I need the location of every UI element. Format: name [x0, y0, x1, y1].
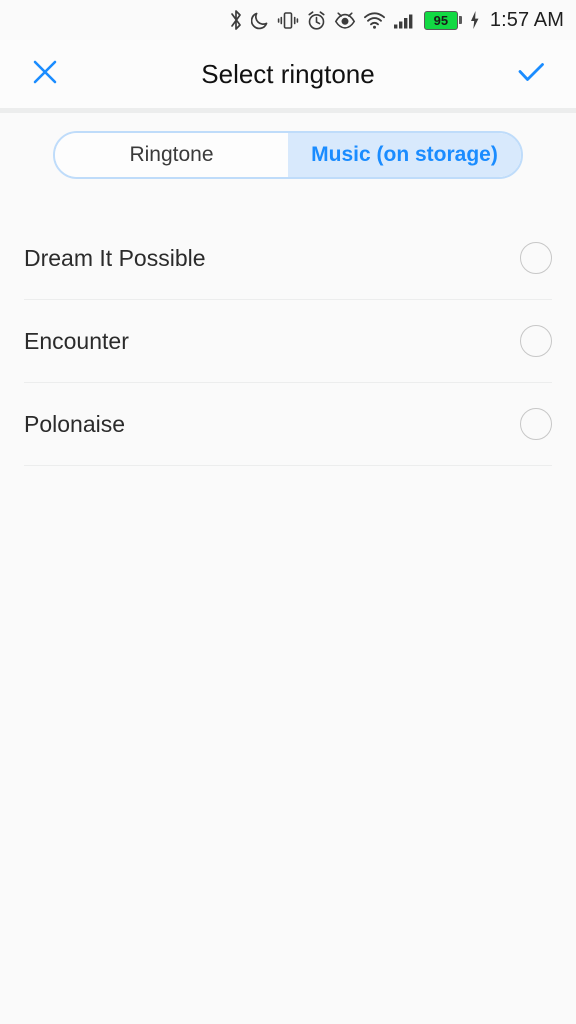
- close-icon: [28, 55, 62, 94]
- tab-ringtone[interactable]: Ringtone: [55, 133, 288, 177]
- app-bar-inner: Select ringtone: [0, 40, 576, 108]
- tab-music-on-storage[interactable]: Music (on storage): [288, 133, 521, 177]
- status-bar: 95 1:57 AM: [0, 0, 576, 40]
- tab-bar: Ringtone Music (on storage): [0, 113, 576, 179]
- signal-icon: [393, 10, 417, 30]
- bluetooth-icon: [228, 9, 244, 31]
- page-title: Select ringtone: [201, 58, 375, 89]
- tab-music-on-storage-label: Music (on storage): [311, 143, 498, 166]
- do-not-disturb-icon: [250, 10, 270, 31]
- battery-level: 95: [433, 12, 449, 28]
- battery-icon: 95: [423, 10, 462, 30]
- list-item[interactable]: Polonaise: [24, 383, 552, 466]
- tab-ringtone-label: Ringtone: [129, 143, 214, 166]
- charging-bolt-icon: [469, 10, 480, 30]
- radio-button[interactable]: [520, 408, 552, 440]
- status-bar-clock: 1:57 AM: [489, 8, 564, 31]
- list-item-label: Dream It Possible: [24, 244, 206, 271]
- ringtone-list: Dream It Possible Encounter Polonaise: [0, 217, 576, 466]
- confirm-button[interactable]: [508, 51, 554, 97]
- battery-nub: [458, 16, 462, 24]
- list-item-label: Polonaise: [24, 410, 126, 437]
- radio-button[interactable]: [520, 242, 552, 274]
- battery-shell: 95: [423, 10, 458, 30]
- app-bar: Select ringtone: [0, 40, 576, 113]
- list-item[interactable]: Dream It Possible: [24, 217, 552, 300]
- checkmark-icon: [514, 55, 548, 94]
- alarm-icon: [306, 10, 327, 31]
- wifi-icon: [363, 10, 386, 30]
- segmented-control: Ringtone Music (on storage): [53, 131, 523, 179]
- vibrate-icon: [277, 10, 299, 31]
- list-item[interactable]: Encounter: [24, 300, 552, 383]
- eye-care-icon: [334, 10, 356, 31]
- close-button[interactable]: [22, 51, 68, 97]
- list-item-label: Encounter: [24, 327, 129, 354]
- app-bar-divider: [0, 108, 576, 113]
- radio-button[interactable]: [520, 325, 552, 357]
